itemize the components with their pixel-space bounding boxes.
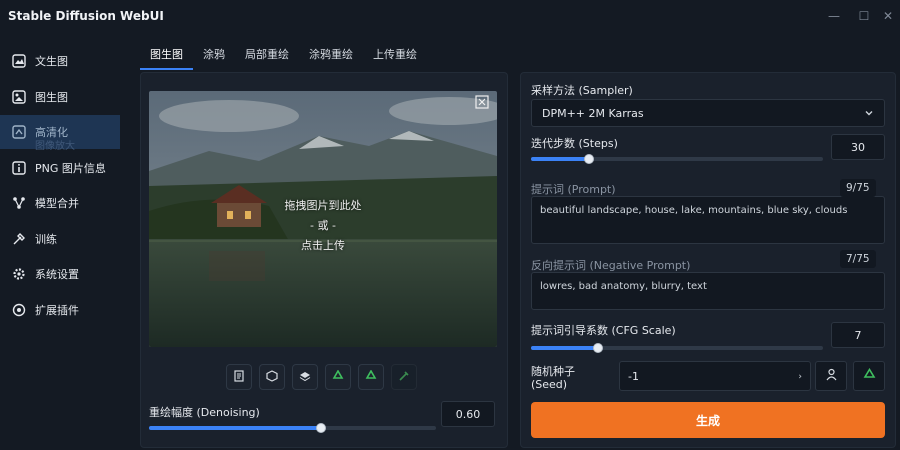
steps-value[interactable]: 30	[831, 134, 885, 160]
tool-button-5[interactable]	[358, 364, 384, 390]
tool-button-6[interactable]	[391, 364, 417, 390]
cfg-slider-knob[interactable]	[593, 343, 603, 353]
merge-icon	[12, 196, 26, 210]
tab-inpaint[interactable]: 局部重绘	[235, 44, 299, 70]
sampler-select[interactable]: DPM++ 2M Karras	[531, 99, 885, 127]
negative-prompt-label: 反向提示词 (Negative Prompt)	[531, 259, 691, 272]
tab-inpaint-sketch[interactable]: 涂鸦重绘	[299, 44, 363, 70]
recycle-icon	[365, 368, 377, 385]
random-seed-button[interactable]	[815, 361, 847, 391]
sidebar-item-settings[interactable]: 系统设置	[0, 257, 130, 291]
seed-caret-icon: ›	[798, 372, 802, 382]
sidebar-item-label: 系统设置	[35, 268, 79, 281]
chevron-down-icon	[864, 108, 874, 121]
steps-slider-knob[interactable]	[584, 154, 594, 164]
denoising-slider-fill	[149, 426, 321, 430]
drop-hint-line2: - 或 -	[310, 219, 336, 232]
text-to-image-icon	[12, 54, 26, 68]
image-to-image-icon	[12, 89, 26, 104]
sidebar-item-img2img[interactable]: 图生图	[0, 80, 130, 114]
document-icon	[233, 369, 245, 385]
generate-button[interactable]: 生成	[531, 402, 885, 438]
prompt-token-counter: 9/75	[840, 179, 876, 197]
minimize-button[interactable]: —	[823, 6, 845, 26]
recycle-icon	[332, 368, 344, 385]
sidebar-item-label: 文生图	[35, 55, 68, 68]
dice-icon	[825, 368, 838, 384]
drop-hint-line1: 拖拽图片到此处	[284, 199, 362, 212]
title-bar: Stable Diffusion WebUI — ☐ ✕	[0, 0, 900, 34]
drop-hint-line3: 点击上传	[301, 239, 345, 252]
sidebar-item-label: 训练	[35, 232, 57, 246]
denoising-value[interactable]: 0.60	[441, 401, 495, 427]
maximize-button[interactable]: ☐	[853, 6, 875, 26]
sidebar-item-upscale[interactable]: 高清化 图像放大	[0, 115, 120, 152]
cfg-slider-fill	[531, 346, 598, 350]
sidebar-item-label: PNG 图片信息	[35, 161, 106, 175]
tab-img2img[interactable]: 图生图	[140, 44, 193, 70]
negative-prompt-token-counter: 7/75	[840, 250, 876, 268]
sidebar-item-label: 图生图	[35, 90, 68, 104]
recycle-icon	[863, 367, 876, 384]
prompt-label: 提示词 (Prompt)	[531, 183, 616, 196]
clear-image-icon[interactable]	[475, 95, 489, 109]
sidebar: 文生图 图生图 高清化 图像放大 PNG 图片信息 模型合并 训练 系统设置 扩…	[0, 44, 130, 328]
sidebar-item-train[interactable]: 训练	[0, 222, 130, 256]
close-button[interactable]: ✕	[877, 6, 899, 26]
denoising-label: 重绘幅度 (Denoising)	[149, 406, 260, 419]
sidebar-item-merge[interactable]: 模型合并	[0, 186, 130, 220]
steps-slider-fill	[531, 157, 589, 161]
brush-icon	[398, 370, 410, 385]
tool-button-2[interactable]	[259, 364, 285, 390]
sidebar-item-txt2img[interactable]: 文生图	[0, 44, 130, 78]
denoising-slider-knob[interactable]	[316, 423, 326, 433]
prompt-input[interactable]: beautiful landscape, house, lake, mounta…	[531, 196, 885, 244]
sidebar-item-label: 模型合并	[35, 197, 79, 210]
layers-icon	[299, 370, 311, 385]
seed-label: 随机种子 (Seed)	[531, 365, 575, 391]
tool-button-4[interactable]	[325, 364, 351, 390]
seed-value: -1	[628, 369, 639, 383]
seed-input[interactable]: -1 ›	[619, 361, 811, 391]
cfg-value[interactable]: 7	[831, 322, 885, 348]
tool-button-3[interactable]	[292, 364, 318, 390]
image-upload-area[interactable]: 拖拽图片到此处 - 或 - 点击上传	[149, 91, 497, 347]
cfg-label: 提示词引导系数 (CFG Scale)	[531, 324, 676, 337]
sidebar-item-png-info[interactable]: PNG 图片信息	[0, 151, 130, 185]
app-title: Stable Diffusion WebUI	[8, 9, 164, 23]
train-icon	[12, 232, 26, 246]
tab-inpaint-upload[interactable]: 上传重绘	[363, 44, 427, 70]
gear-icon	[12, 267, 26, 281]
upscale-icon	[12, 125, 26, 139]
sampler-label: 采样方法 (Sampler)	[531, 84, 633, 97]
cube-icon	[266, 369, 278, 385]
tab-sketch[interactable]: 涂鸦	[193, 44, 235, 70]
mode-tabs: 图生图 涂鸦 局部重绘 涂鸦重绘 上传重绘	[140, 44, 427, 70]
sidebar-item-extensions[interactable]: 扩展插件	[0, 293, 130, 327]
reuse-seed-button[interactable]	[853, 361, 885, 391]
sampler-value: DPM++ 2M Karras	[542, 106, 644, 120]
steps-label: 迭代步数 (Steps)	[531, 137, 618, 150]
extension-icon	[12, 303, 26, 317]
tool-button-1[interactable]	[226, 364, 252, 390]
info-icon	[12, 160, 26, 175]
sidebar-item-label: 扩展插件	[35, 303, 79, 317]
negative-prompt-input[interactable]: lowres, bad anatomy, blurry, text	[531, 272, 885, 310]
